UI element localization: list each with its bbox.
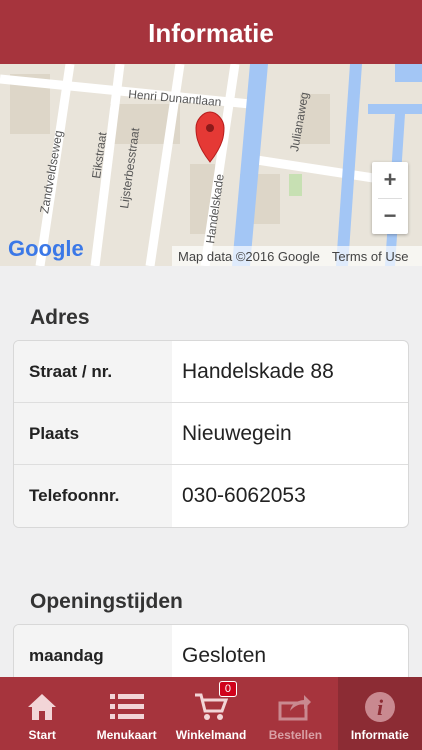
page-title: Informatie [148,17,274,48]
zoom-in-button[interactable]: + [372,162,408,198]
app-header: Informatie [0,0,422,64]
address-row-phone[interactable]: Telefoonnr. 030-6062053 [14,465,408,527]
map-attribution: Map data ©2016 Google [178,248,320,264]
info-icon: i [364,690,396,724]
tab-bestellen[interactable]: Bestellen [253,677,337,750]
row-value: Nieuwegein [182,421,292,445]
tab-label: Bestellen [268,728,323,742]
home-icon [26,690,58,724]
row-value: Handelskade 88 [182,359,334,383]
tab-label: Start [28,728,56,742]
address-section-title: Adres [30,306,90,329]
tab-bar: Start Menukaart 0 Winkelmand Bestellen i… [0,677,422,750]
map-graphic: Henri Dunantlaan Zandveldseweg Eikstraat… [0,64,422,266]
row-label: Straat / nr. [14,341,172,402]
row-label: Plaats [14,403,172,464]
address-row-city: Plaats Nieuwegein [14,403,408,465]
terms-link[interactable]: Terms of Use [326,249,415,264]
hours-section-title: Openingstijden [30,590,183,613]
zoom-control: + − [372,162,408,234]
tab-menukaart[interactable]: Menukaart [84,677,168,750]
map-view[interactable]: Henri Dunantlaan Zandveldseweg Eikstraat… [0,64,422,266]
row-label: Telefoonnr. [14,465,172,527]
tab-start[interactable]: Start [0,677,84,750]
tab-label: Winkelmand [175,728,247,742]
tab-label: Menukaart [96,728,157,742]
tab-label: Informatie [350,728,409,742]
zoom-out-button[interactable]: − [372,199,408,235]
google-logo: Google [8,236,84,261]
list-icon [109,690,144,724]
tab-winkelmand[interactable]: 0 Winkelmand [169,677,253,750]
address-row-street: Straat / nr. Handelskade 88 [14,341,408,403]
tab-informatie[interactable]: i Informatie [337,677,422,750]
cart-count-badge: 0 [218,681,237,697]
address-card: Straat / nr. Handelskade 88 Plaats Nieuw… [13,340,409,528]
svg-text:i: i [377,695,384,720]
phone-value[interactable]: 030-6062053 [172,465,408,527]
share-icon [278,690,312,724]
map-attribution-bar: Map data ©2016 Google Terms of Use [172,246,422,266]
